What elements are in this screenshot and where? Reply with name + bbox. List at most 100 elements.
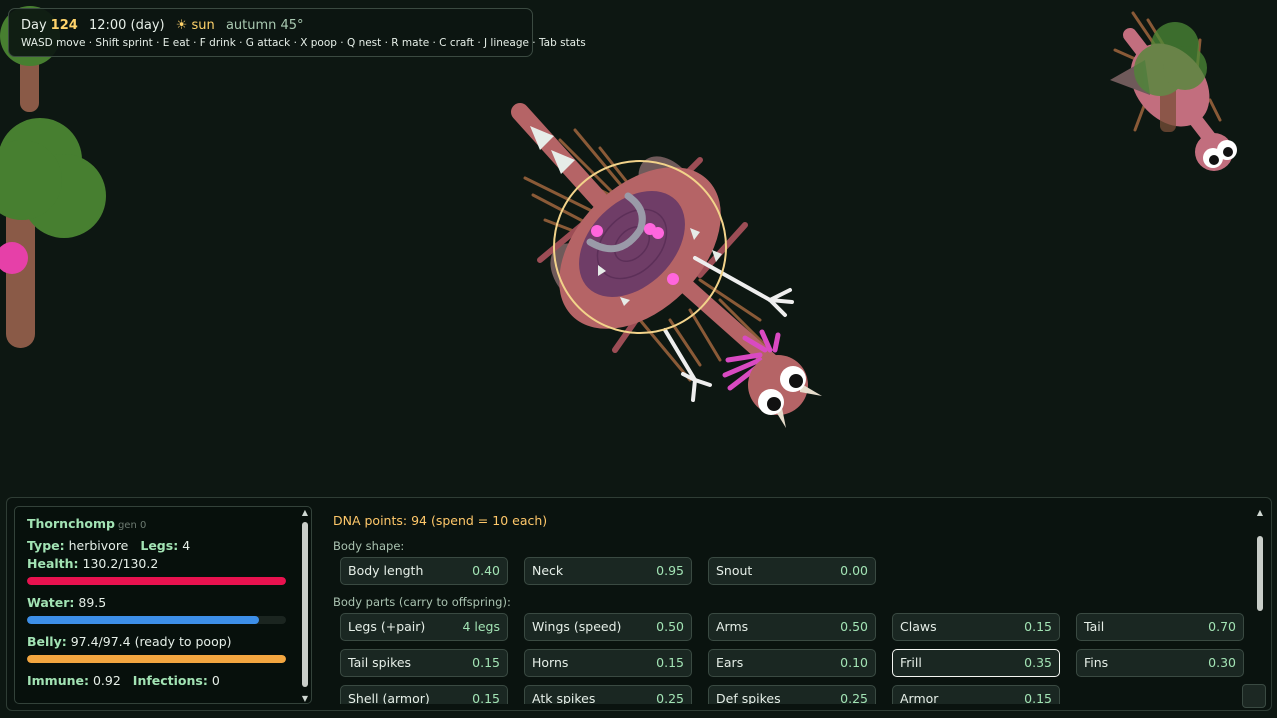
- dna-button-label: Legs (+pair): [348, 619, 426, 634]
- dna-button-snout[interactable]: Snout 0.00: [708, 557, 876, 585]
- corner-toggle-button[interactable]: [1242, 684, 1266, 708]
- type-label: Type:: [27, 538, 65, 553]
- dna-points: DNA points: 94 (spend = 10 each): [333, 513, 548, 528]
- infections-label: Infections:: [132, 673, 208, 688]
- hud-status-row: Day 124 12:00 (day) ☀ sun autumn 45°: [21, 17, 520, 34]
- dna-button-label: Arms: [716, 619, 749, 634]
- dna-button-frill[interactable]: Frill 0.35: [892, 649, 1060, 677]
- health-bar-fill: [27, 577, 286, 585]
- dna-button-value: 0.15: [472, 655, 500, 670]
- dna-editor: DNA points: 94 (spend = 10 each) Body sh…: [333, 508, 1253, 704]
- health-label: Health:: [27, 556, 79, 571]
- dna-button-tail-spikes[interactable]: Tail spikes 0.15: [340, 649, 508, 677]
- dna-button-label: Body length: [348, 563, 424, 578]
- immune-row: Immune: 0.92 Infections: 0: [27, 672, 299, 690]
- dna-button-value: 0.50: [840, 619, 868, 634]
- scroll-down-arrow-icon[interactable]: ▼: [300, 694, 310, 704]
- belly-label: Belly:: [27, 634, 67, 649]
- dna-button-arms[interactable]: Arms 0.50: [708, 613, 876, 641]
- dna-button-label: Frill: [900, 655, 922, 670]
- dna-button-value: 0.40: [472, 563, 500, 578]
- dna-button-shell-armor[interactable]: Shell (armor) 0.15: [340, 685, 508, 704]
- dna-button-atk-spikes[interactable]: Atk spikes 0.25: [524, 685, 692, 704]
- dna-scroll-thumb[interactable]: [1257, 536, 1263, 611]
- health-value: 130.2/130.2: [82, 556, 159, 571]
- dna-button-value: 0.35: [1024, 655, 1052, 670]
- dna-button-label: Armor: [900, 691, 939, 704]
- dna-button-value: 0.15: [1024, 691, 1052, 704]
- belly-bar: [27, 655, 286, 663]
- season-temperature: autumn 45°: [225, 18, 304, 33]
- belly-value: 97.4/97.4 (ready to poop): [70, 634, 232, 649]
- dna-button-label: Ears: [716, 655, 744, 670]
- legs-value: 4: [182, 538, 191, 553]
- dna-button-label: Wings (speed): [532, 619, 622, 634]
- scroll-up-arrow-icon[interactable]: ▲: [1255, 508, 1265, 518]
- dna-button-label: Tail spikes: [348, 655, 412, 670]
- dna-button-label: Atk spikes: [532, 691, 596, 704]
- creature-stats-panel: Thornchomp gen 0 Type: herbivore Legs: 4 …: [14, 506, 312, 704]
- controls-help: WASD move · Shift sprint · E eat · F dri…: [21, 37, 586, 49]
- infections-value: 0: [211, 673, 220, 688]
- dna-button-claws[interactable]: Claws 0.15: [892, 613, 1060, 641]
- dna-button-label: Snout: [716, 563, 753, 578]
- water-value: 89.5: [78, 595, 107, 610]
- dna-button-horns[interactable]: Horns 0.15: [524, 649, 692, 677]
- hud-panel: Day 124 12:00 (day) ☀ sun autumn 45° WASD…: [8, 8, 586, 57]
- creature-name-row: Thornchomp gen 0: [27, 515, 299, 533]
- immune-label: Immune:: [27, 673, 89, 688]
- dna-scrollbar[interactable]: ▲ ▼: [1255, 508, 1265, 704]
- water-label: Water:: [27, 595, 75, 610]
- dna-button-armor[interactable]: Armor 0.15: [892, 685, 1060, 704]
- dna-button-label: Fins: [1084, 655, 1109, 670]
- health-bar: [27, 577, 286, 585]
- dna-button-value: 0.25: [656, 691, 684, 704]
- tree-left: [0, 118, 106, 348]
- dna-button-label: Claws: [900, 619, 937, 634]
- stats-scrollbar[interactable]: ▲ ▼: [300, 508, 310, 704]
- scroll-up-arrow-icon[interactable]: ▲: [300, 508, 310, 518]
- dna-button-tail[interactable]: Tail 0.70: [1076, 613, 1244, 641]
- dna-button-body-length[interactable]: Body length 0.40: [340, 557, 508, 585]
- creature-name: Thornchomp: [27, 516, 115, 531]
- stats-scroll-thumb[interactable]: [302, 522, 308, 687]
- dna-button-wings-speed[interactable]: Wings (speed) 0.50: [524, 613, 692, 641]
- dna-button-value: 0.10: [840, 655, 868, 670]
- water-bar: [27, 616, 286, 624]
- day-label: Day: [21, 18, 47, 33]
- belly-bar-fill: [27, 655, 286, 663]
- dna-button-label: Shell (armor): [348, 691, 430, 704]
- creature-head: [722, 329, 822, 428]
- weather-status: ☀ sun: [175, 18, 215, 33]
- water-row: Water: 89.5: [27, 594, 299, 612]
- belly-row: Belly: 97.4/97.4 (ready to poop): [27, 633, 299, 651]
- type-value: herbivore: [68, 538, 129, 553]
- day-value: 124: [50, 18, 78, 33]
- type-legs-row: Type: herbivore Legs: 4: [27, 537, 299, 555]
- player-creature[interactable]: [511, 103, 822, 428]
- health-row: Health: 130.2/130.2: [27, 555, 299, 573]
- dna-button-label: Tail: [1084, 619, 1105, 634]
- dna-button-value: 0.15: [656, 655, 684, 670]
- dna-button-ears[interactable]: Ears 0.10: [708, 649, 876, 677]
- time-of-day: 12:00 (day): [88, 18, 165, 33]
- dna-button-label: Def spikes: [716, 691, 781, 704]
- dna-button-value: 0.15: [1024, 619, 1052, 634]
- dna-button-legs-pair[interactable]: Legs (+pair) 4 legs: [340, 613, 508, 641]
- dna-button-label: Neck: [532, 563, 564, 578]
- dna-button-value: 0.70: [1208, 619, 1236, 634]
- creature-generation: gen 0: [117, 520, 147, 531]
- body-parts-heading: Body parts (carry to offspring):: [333, 595, 511, 609]
- dna-button-value: 0.30: [1208, 655, 1236, 670]
- dna-button-value: 0.95: [656, 563, 684, 578]
- legs-label: Legs:: [140, 538, 179, 553]
- immune-value: 0.92: [92, 673, 121, 688]
- dna-button-value: 0.15: [472, 691, 500, 704]
- dna-button-value: 0.50: [656, 619, 684, 634]
- dna-button-neck[interactable]: Neck 0.95: [524, 557, 692, 585]
- dna-button-def-spikes[interactable]: Def spikes 0.25: [708, 685, 876, 704]
- bottom-panel: Thornchomp gen 0 Type: herbivore Legs: 4 …: [6, 497, 1272, 711]
- dna-button-fins[interactable]: Fins 0.30: [1076, 649, 1244, 677]
- dna-button-value: 4 legs: [462, 619, 500, 634]
- dna-button-value: 0.00: [840, 563, 868, 578]
